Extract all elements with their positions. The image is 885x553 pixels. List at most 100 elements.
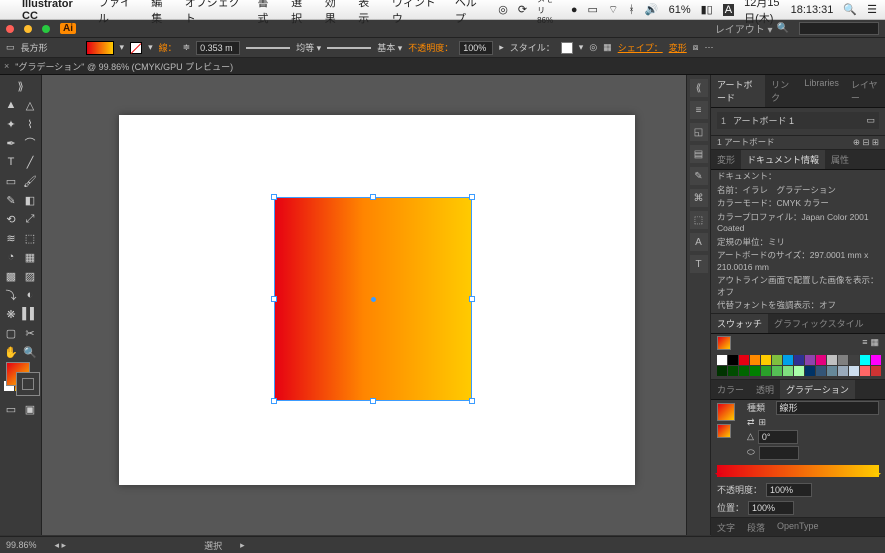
- tab-artboard[interactable]: アートボード: [711, 75, 765, 107]
- brush-preview[interactable]: [327, 47, 371, 49]
- shape-link[interactable]: シェイプ：: [618, 41, 663, 54]
- current-swatch[interactable]: [717, 336, 731, 350]
- graph-tool-icon[interactable]: ▌▌: [21, 305, 39, 323]
- swatch[interactable]: [794, 355, 804, 365]
- handle-ne[interactable]: [469, 194, 475, 200]
- rail-icon-2[interactable]: ◱: [690, 123, 708, 141]
- eraser-tool-icon[interactable]: ◧: [21, 191, 39, 209]
- menu-effect[interactable]: 効果: [325, 0, 345, 26]
- tab-docinfo[interactable]: ドキュメント情報: [741, 150, 825, 169]
- win-close-icon[interactable]: [6, 25, 14, 33]
- menu-object[interactable]: オブジェクト: [185, 0, 244, 26]
- tab-attributes[interactable]: 属性: [825, 150, 855, 169]
- swatch[interactable]: [772, 355, 782, 365]
- layout-dropdown[interactable]: レイアウト ▾: [715, 21, 773, 36]
- hand-tool-icon[interactable]: ✋: [2, 343, 20, 361]
- swatch[interactable]: [783, 366, 793, 376]
- tab-gradient[interactable]: グラデーション: [780, 380, 855, 399]
- menu-select[interactable]: 選択: [291, 0, 311, 26]
- recolor-icon[interactable]: ◎: [589, 42, 597, 53]
- win-min-icon[interactable]: [24, 25, 32, 33]
- menu-help[interactable]: ヘルプ: [455, 0, 484, 26]
- align-icon[interactable]: ▦: [603, 42, 612, 53]
- uniform-dropdown[interactable]: 均等 ▾: [296, 41, 321, 54]
- swatch[interactable]: [849, 355, 859, 365]
- grad-opacity-field[interactable]: 100%: [766, 483, 812, 497]
- brush-tool-icon[interactable]: 🖌: [21, 172, 39, 190]
- shape-builder-icon[interactable]: ◔: [2, 248, 20, 266]
- reverse-icon[interactable]: ⇄: [747, 417, 755, 428]
- win-max-icon[interactable]: [42, 25, 50, 33]
- swatch[interactable]: [871, 355, 881, 365]
- perspective-icon[interactable]: ▦: [21, 248, 39, 266]
- angle-field[interactable]: 0°: [758, 430, 798, 444]
- swatch[interactable]: [717, 366, 727, 376]
- style-swatch[interactable]: [561, 42, 573, 54]
- tool-tab-icon[interactable]: ⟫: [2, 77, 39, 95]
- swatch[interactable]: [805, 355, 815, 365]
- doc-tab-title[interactable]: "グラデーション" @ 99.86% (CMYK/GPU プレビュー): [15, 60, 233, 73]
- lasso-tool-icon[interactable]: ⌇: [21, 115, 39, 133]
- handle-sw[interactable]: [271, 398, 277, 404]
- tab-character[interactable]: 文字: [711, 518, 741, 537]
- swatch[interactable]: [805, 366, 815, 376]
- swatch[interactable]: [827, 355, 837, 365]
- tab-libraries[interactable]: Libraries: [798, 75, 845, 107]
- swatch[interactable]: [728, 355, 738, 365]
- tab-transparency[interactable]: 透明: [750, 380, 780, 399]
- app-name[interactable]: Illustrator CC: [22, 0, 84, 22]
- blend-tool-icon[interactable]: ◐: [21, 286, 39, 304]
- rail-icon-8[interactable]: T: [690, 255, 708, 273]
- free-tool-icon[interactable]: ⬚: [21, 229, 39, 247]
- battery-pct[interactable]: 61%: [669, 4, 691, 16]
- swatch[interactable]: [739, 366, 749, 376]
- search-input[interactable]: [799, 22, 879, 35]
- gradient-preview[interactable]: [717, 403, 735, 421]
- search-icon[interactable]: 🔍: [843, 3, 857, 16]
- tab-paragraph[interactable]: 段落: [741, 518, 771, 537]
- bluetooth-icon[interactable]: ᚼ: [628, 4, 635, 16]
- gradient-slider[interactable]: [717, 465, 879, 477]
- gradient-tool-icon[interactable]: ▨: [21, 267, 39, 285]
- close-tab-icon[interactable]: ×: [4, 61, 9, 71]
- sw-list-icon[interactable]: ≡: [862, 337, 867, 348]
- stroke-swatch[interactable]: [130, 42, 142, 54]
- gradient-fill-indicator[interactable]: [717, 424, 731, 438]
- swatch[interactable]: [860, 355, 870, 365]
- swatch[interactable]: [783, 355, 793, 365]
- stroke-dropdown-icon[interactable]: ▾: [148, 42, 153, 53]
- artboard-edit-icon[interactable]: ▭: [866, 115, 875, 126]
- style-dropdown-icon[interactable]: ▾: [579, 42, 584, 53]
- artboard-row[interactable]: 1 アートボード 1 ▭: [717, 112, 879, 129]
- isolate-icon[interactable]: ⧈: [693, 42, 699, 53]
- tab-opentype[interactable]: OpenType: [771, 518, 825, 537]
- sw-opts-icon[interactable]: ▦: [870, 337, 879, 348]
- opacity-dropdown-icon[interactable]: ▸: [499, 42, 504, 53]
- rail-collapse-icon[interactable]: ⟪: [690, 79, 708, 97]
- swatch[interactable]: [717, 355, 727, 365]
- rail-icon-1[interactable]: ≡: [690, 101, 708, 119]
- flip-icon[interactable]: ⊞: [759, 417, 767, 428]
- type-tool-icon[interactable]: T: [2, 153, 20, 171]
- tab-swatches[interactable]: スウォッチ: [711, 314, 768, 333]
- menu-type[interactable]: 書式: [258, 0, 278, 26]
- swatch[interactable]: [728, 366, 738, 376]
- tab-graphicstyle[interactable]: グラフィックスタイル: [768, 314, 870, 333]
- artboard-opts-icon[interactable]: ⊕ ⊟ ⊞: [853, 137, 879, 148]
- fill-dropdown-icon[interactable]: ▾: [120, 42, 125, 53]
- status-dropdown-icon[interactable]: ▸: [240, 540, 245, 551]
- slice-tool-icon[interactable]: ✂: [21, 324, 39, 342]
- fill-swatch[interactable]: [86, 41, 114, 55]
- wifi-icon[interactable]: ⌔: [608, 3, 618, 17]
- battery-icon[interactable]: ▮▯: [701, 3, 713, 16]
- stroke-indicator[interactable]: [16, 372, 40, 396]
- swatch[interactable]: [871, 366, 881, 376]
- transform-link[interactable]: 変形: [669, 41, 687, 54]
- brush-dropdown[interactable]: 基本 ▾: [377, 41, 402, 54]
- tab-color[interactable]: カラー: [711, 380, 750, 399]
- mem-icon[interactable]: メモリ 86%: [537, 0, 561, 25]
- zoom-field[interactable]: 99.86%: [6, 540, 37, 550]
- time[interactable]: 18:13:31: [791, 4, 834, 16]
- selection-tool-icon[interactable]: ▲: [2, 96, 20, 114]
- symbol-spray-icon[interactable]: ❋: [2, 305, 20, 323]
